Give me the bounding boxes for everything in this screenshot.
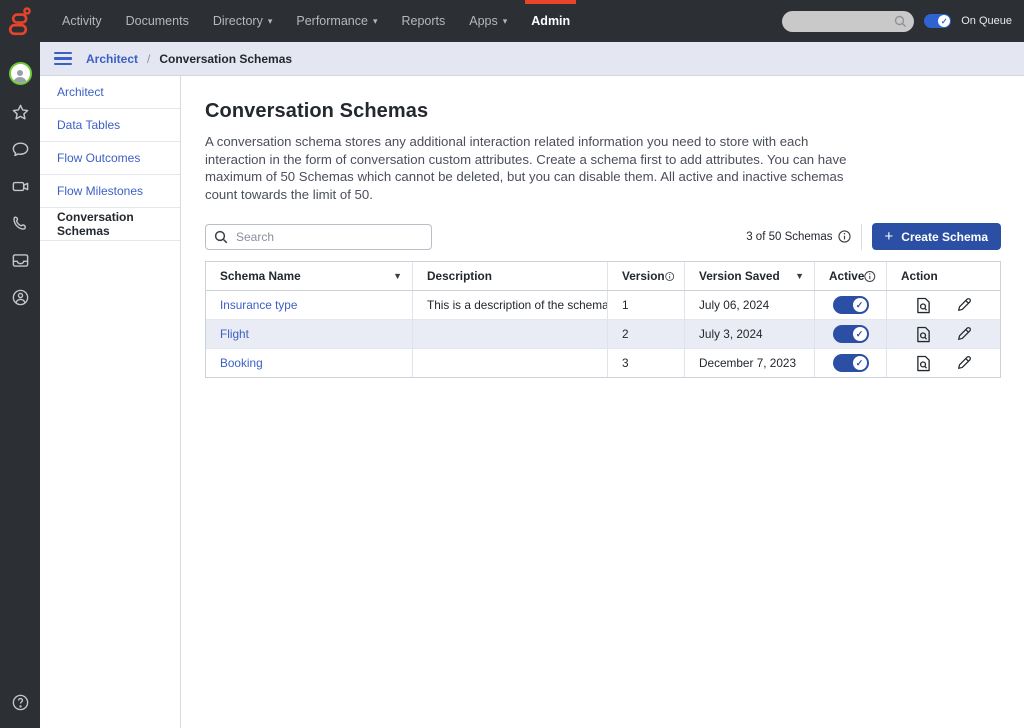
view-schema-icon[interactable] [913, 353, 933, 373]
info-icon[interactable] [665, 270, 674, 283]
breadcrumb-link-architect[interactable]: Architect [86, 52, 138, 66]
schemas-table: Schema Name ▼ Description Version Versio… [205, 261, 1001, 378]
create-schema-button[interactable]: + Create Schema [872, 223, 1001, 250]
toggle-check-icon: ✓ [938, 15, 950, 27]
breadcrumb: Architect / Conversation Schemas [86, 52, 292, 66]
schema-description: This is a description of the schema [413, 291, 608, 319]
table-row-insurance-type: Insurance type This is a description of … [206, 291, 1000, 320]
on-queue-label: On Queue [961, 15, 1012, 27]
schema-name-link[interactable]: Booking [220, 356, 263, 370]
sidebar-item-data-tables[interactable]: Data Tables [40, 109, 180, 142]
schema-search-input[interactable] [205, 224, 432, 250]
column-header-active: Active [815, 262, 887, 290]
toolbar-right: 3 of 50 Schemas + Create Schema [746, 223, 1001, 250]
nav-item-activity[interactable]: Activity [50, 0, 114, 42]
schema-version: 1 [608, 291, 685, 319]
edit-pencil-icon[interactable] [954, 295, 974, 315]
main-content: Conversation Schemas A conversation sche… [181, 76, 1024, 728]
chat-bubble-icon[interactable] [10, 139, 30, 159]
contacts-icon[interactable] [10, 287, 30, 307]
nav-item-admin[interactable]: Admin [519, 0, 582, 42]
page-description: A conversation schema stores any additio… [205, 133, 850, 203]
nav-item-performance[interactable]: Performance▾ [284, 0, 389, 42]
schema-name-link[interactable]: Insurance type [220, 298, 297, 312]
nav-item-reports[interactable]: Reports [389, 0, 457, 42]
active-toggle[interactable]: ✓ [833, 325, 869, 343]
user-avatar[interactable] [9, 62, 32, 85]
column-header-schema-name[interactable]: Schema Name ▼ [206, 262, 413, 290]
info-icon[interactable] [838, 230, 851, 243]
caret-down-icon: ▾ [503, 16, 508, 27]
admin-sub-sidebar: Architect Data Tables Flow Outcomes Flow… [40, 76, 181, 728]
favorites-star-icon[interactable] [10, 102, 30, 122]
nav-item-documents[interactable]: Documents [114, 0, 201, 42]
table-row-flight: Flight 2 July 3, 2024 ✓ [206, 320, 1000, 349]
info-icon[interactable] [864, 270, 876, 283]
toggle-check-icon: ✓ [853, 327, 867, 341]
schema-version-saved: July 3, 2024 [685, 320, 815, 348]
edit-pencil-icon[interactable] [954, 353, 974, 373]
schema-count: 3 of 50 Schemas [746, 230, 850, 243]
page-title: Conversation Schemas [205, 100, 1001, 123]
column-header-version: Version [608, 262, 685, 290]
sidebar-item-conversation-schemas[interactable]: Conversation Schemas [40, 208, 180, 241]
sidebar-item-architect[interactable]: Architect [40, 76, 180, 109]
breadcrumb-separator: / [147, 52, 150, 66]
schema-search [205, 224, 432, 250]
schema-name-link[interactable]: Flight [220, 327, 249, 341]
global-search [782, 11, 914, 32]
toolbar-divider [861, 224, 862, 250]
search-icon [894, 15, 907, 28]
table-header-row: Schema Name ▼ Description Version Versio… [206, 262, 1000, 291]
video-camera-icon[interactable] [10, 176, 30, 196]
active-toggle[interactable]: ✓ [833, 296, 869, 314]
on-queue-toggle[interactable]: ✓ [924, 14, 951, 28]
column-header-version-saved[interactable]: Version Saved ▼ [685, 262, 815, 290]
schema-version: 3 [608, 349, 685, 377]
table-toolbar: 3 of 50 Schemas + Create Schema [205, 223, 1001, 250]
column-header-action: Action [887, 262, 1000, 290]
table-body: Insurance type This is a description of … [206, 291, 1000, 377]
left-icon-rail [0, 42, 40, 728]
plus-icon: + [885, 228, 894, 245]
nav-item-apps[interactable]: Apps▾ [457, 0, 519, 42]
genesys-logo[interactable] [0, 0, 40, 42]
search-icon [214, 230, 228, 244]
edit-pencil-icon[interactable] [954, 324, 974, 344]
breadcrumb-bar: Architect / Conversation Schemas [40, 42, 1024, 76]
breadcrumb-current: Conversation Schemas [159, 52, 292, 66]
help-icon[interactable] [10, 692, 30, 712]
toggle-check-icon: ✓ [853, 298, 867, 312]
view-schema-icon[interactable] [913, 324, 933, 344]
sidebar-item-flow-outcomes[interactable]: Flow Outcomes [40, 142, 180, 175]
schema-version-saved: July 06, 2024 [685, 291, 815, 319]
top-nav-items: Activity Documents Directory▾ Performanc… [50, 0, 582, 42]
caret-down-icon: ▾ [373, 16, 378, 27]
active-toggle[interactable]: ✓ [833, 354, 869, 372]
sidebar-item-flow-milestones[interactable]: Flow Milestones [40, 175, 180, 208]
view-schema-icon[interactable] [913, 295, 933, 315]
schema-version: 2 [608, 320, 685, 348]
schema-version-saved: December 7, 2023 [685, 349, 815, 377]
top-nav-right: ✓ On Queue [782, 0, 1024, 42]
sort-down-icon[interactable]: ▼ [795, 271, 804, 281]
toggle-check-icon: ✓ [853, 356, 867, 370]
schema-description [413, 320, 608, 348]
sort-down-icon[interactable]: ▼ [393, 271, 402, 281]
column-header-description: Description [413, 262, 608, 290]
table-row-booking: Booking 3 December 7, 2023 ✓ [206, 349, 1000, 377]
nav-item-directory[interactable]: Directory▾ [201, 0, 285, 42]
caret-down-icon: ▾ [268, 16, 273, 27]
inbox-icon[interactable] [10, 250, 30, 270]
top-nav-bar: Activity Documents Directory▾ Performanc… [0, 0, 1024, 42]
hamburger-menu-icon[interactable] [54, 52, 72, 65]
phone-icon[interactable] [10, 213, 30, 233]
schema-description [413, 349, 608, 377]
